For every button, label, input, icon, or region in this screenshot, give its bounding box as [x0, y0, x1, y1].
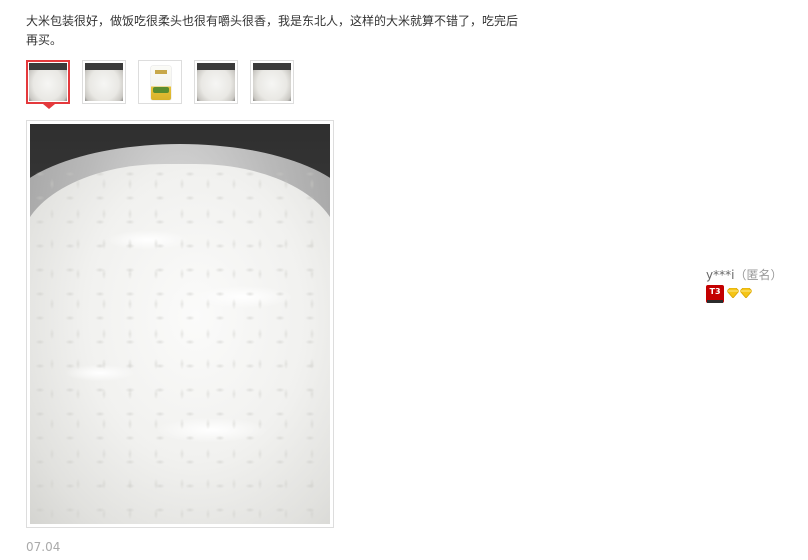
rice-photo-thumbnail — [253, 63, 291, 101]
thumbnail-1[interactable] — [26, 60, 70, 104]
rice-bag-icon — [151, 66, 171, 100]
rice-photo-thumbnail — [85, 63, 123, 101]
thumbnail-2[interactable] — [82, 60, 126, 104]
reviewer-username: y***i — [706, 268, 735, 282]
photo-rice-grains — [30, 164, 330, 524]
review-date: 07.04 — [26, 540, 61, 554]
cooked-rice-photo — [30, 124, 330, 524]
photo-background — [30, 124, 330, 524]
selected-thumbnail-caret-icon — [43, 104, 55, 109]
reviewer-name: y***i（匿名） — [706, 266, 782, 283]
main-review-photo[interactable] — [26, 120, 334, 528]
anonymous-tag: （匿名） — [734, 268, 783, 282]
review-text: 大米包装很好，做饭吃很柔头也很有嚼头很香，我是东北人，这样的大米就算不错了，吃完… — [26, 14, 519, 47]
rice-photo-thumbnail — [197, 63, 235, 101]
diamond-icon — [740, 288, 752, 298]
member-level-badge-icon: T3 — [706, 285, 724, 303]
diamond-icon — [727, 288, 739, 298]
rice-photo-thumbnail — [29, 63, 67, 101]
rice-bag-thumbnail — [141, 63, 179, 101]
thumbnail-5[interactable] — [250, 60, 294, 104]
thumbnail-3[interactable] — [138, 60, 182, 104]
thumbnail-4[interactable] — [194, 60, 238, 104]
